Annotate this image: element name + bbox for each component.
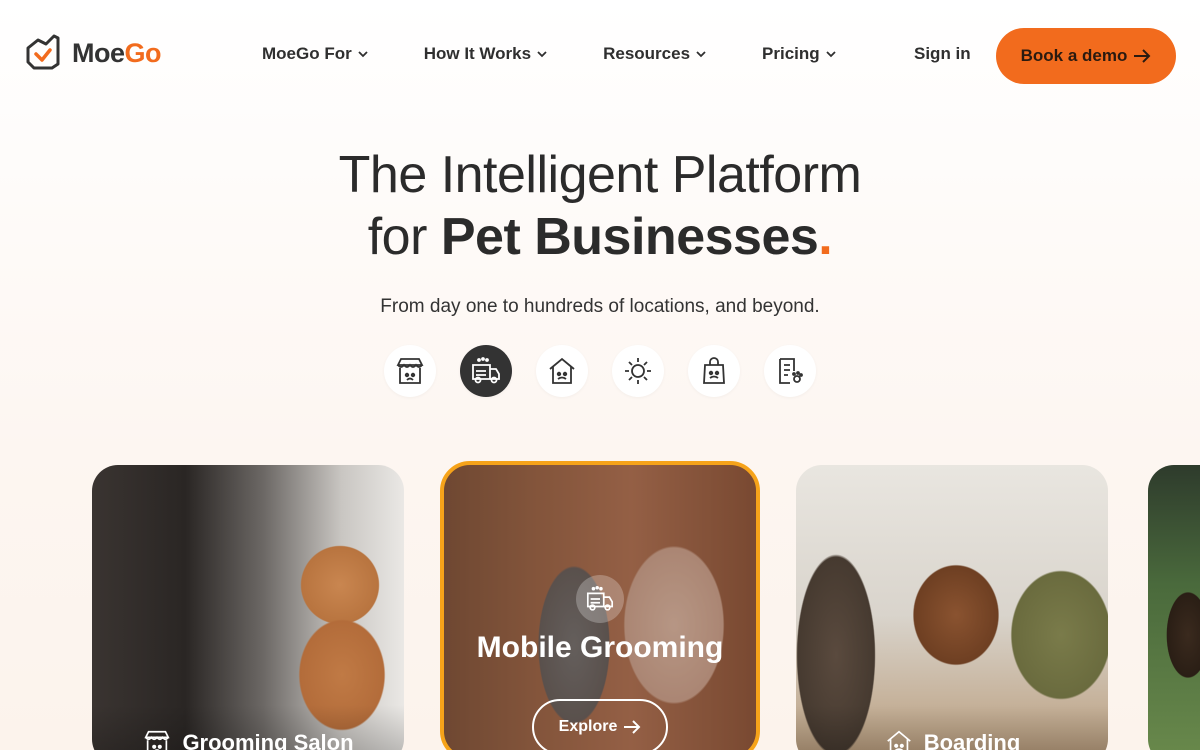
category-grooming-salon[interactable]	[384, 345, 436, 397]
hero-title-bold: Pet Businesses	[440, 208, 819, 266]
nav-resources-label: Resources	[603, 44, 691, 63]
nav-moego-for-label: MoeGo For	[262, 44, 352, 63]
daycare-card-partial[interactable]	[1148, 465, 1200, 750]
category-mobile-grooming[interactable]	[460, 345, 512, 397]
nav-resources[interactable]: Resources	[603, 44, 706, 64]
boarding-title: Boarding	[923, 730, 1021, 750]
site-header: MoeGo MoeGo For How It Works Resources P…	[0, 0, 1200, 110]
retail-bag-icon	[703, 357, 725, 384]
grooming-salon-card[interactable]: Grooming Salon	[92, 465, 404, 750]
nav-moego-for[interactable]: MoeGo For	[262, 44, 368, 64]
category-management[interactable]	[764, 345, 816, 397]
chevron-down-icon	[696, 51, 706, 58]
mobile-grooming-content: Mobile Grooming	[444, 575, 756, 665]
storefront-icon	[396, 358, 424, 384]
boarding-house-icon	[886, 730, 911, 750]
category-retail[interactable]	[688, 345, 740, 397]
chevron-down-icon	[537, 51, 547, 58]
explore-button[interactable]: Explore	[532, 699, 668, 750]
main-nav: MoeGo For How It Works Resources Pricing	[262, 44, 836, 64]
grooming-salon-card-label: Grooming Salon	[92, 705, 404, 750]
boarding-card[interactable]: Boarding	[796, 465, 1108, 750]
grooming-salon-title: Grooming Salon	[182, 730, 354, 750]
mobile-grooming-title: Mobile Grooming	[476, 631, 724, 664]
nav-pricing[interactable]: Pricing	[762, 44, 836, 64]
hero-title-prefix: for	[367, 208, 428, 266]
hero-title-line1: The Intelligent Platform	[338, 146, 862, 204]
mobile-van-icon	[586, 585, 614, 611]
nav-pricing-label: Pricing	[762, 44, 820, 63]
moego-dog-logo-icon	[26, 34, 60, 70]
boarding-card-label: Boarding	[796, 705, 1108, 750]
nav-how-it-works-label: How It Works	[423, 44, 532, 63]
hero-title-dot: .	[818, 208, 833, 266]
book-demo-label: Book a demo	[1020, 46, 1128, 65]
document-paw-icon	[779, 358, 803, 384]
mobile-van-icon	[472, 357, 500, 384]
arrow-right-icon	[1134, 49, 1151, 63]
hero-subtitle: From day one to hundreds of locations, a…	[380, 296, 820, 317]
nav-how-it-works[interactable]: How It Works	[424, 44, 547, 64]
sign-in-link[interactable]: Sign in	[914, 44, 971, 64]
book-demo-button[interactable]: Book a demo	[996, 28, 1176, 84]
category-boarding[interactable]	[536, 345, 588, 397]
logo-wordmark: MoeGo	[72, 37, 161, 68]
chevron-down-icon	[826, 51, 836, 58]
daycare-sun-icon	[625, 358, 651, 384]
mobile-van-icon-badge	[576, 575, 624, 623]
explore-label: Explore	[558, 718, 618, 735]
hero-title: The Intelligent Platform for Pet Busines…	[0, 144, 1200, 268]
moego-logo[interactable]: MoeGo	[24, 34, 161, 72]
arrow-right-icon	[624, 720, 641, 734]
category-daycare[interactable]	[612, 345, 664, 397]
category-selector	[384, 345, 816, 397]
mobile-grooming-card[interactable]: Mobile Grooming Explore	[440, 461, 760, 750]
boarding-house-icon	[549, 357, 575, 384]
storefront-icon	[144, 730, 171, 750]
chevron-down-icon	[358, 51, 368, 58]
